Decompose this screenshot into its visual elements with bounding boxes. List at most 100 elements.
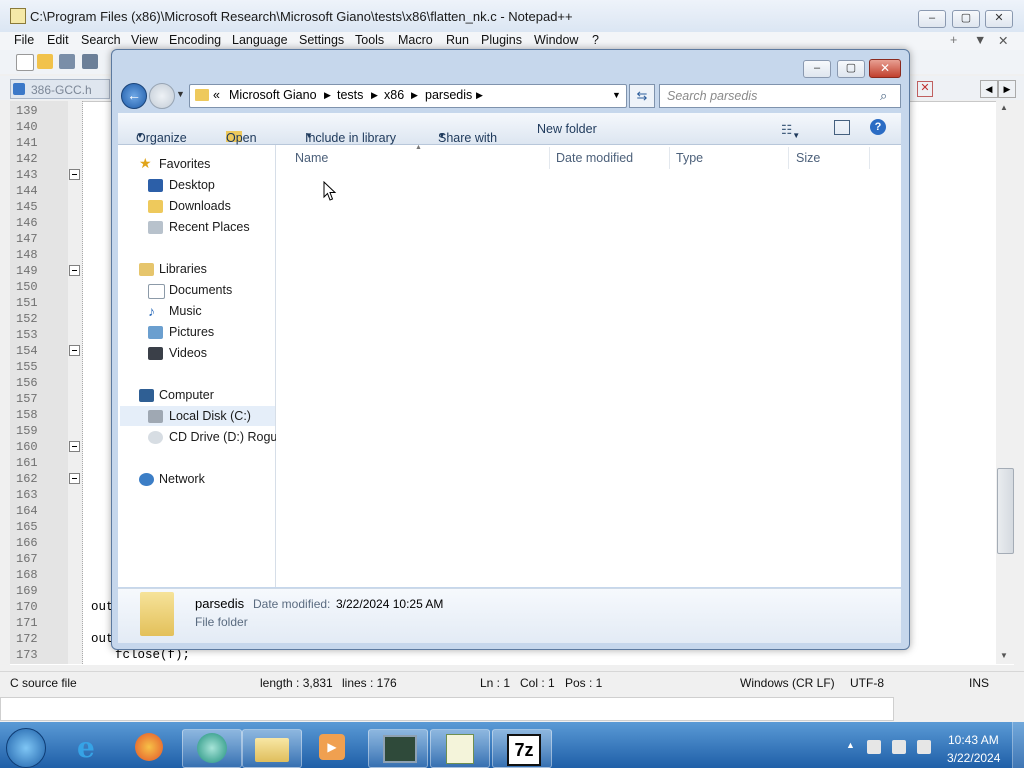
recent-pages-dropdown-icon[interactable]: ▼ [176, 89, 185, 99]
nav-documents[interactable]: Documents [169, 283, 232, 297]
internet-explorer-icon[interactable]: e [62, 729, 120, 766]
nav-local-disk[interactable]: Local Disk (C:) [169, 409, 251, 423]
new-folder-button[interactable]: New folder [537, 122, 597, 136]
menu-encoding[interactable]: Encoding [169, 33, 221, 47]
fold-toggle-icon[interactable] [69, 441, 80, 452]
new-file-icon[interactable] [16, 54, 34, 71]
menu-tools[interactable]: Tools [355, 33, 384, 47]
tab-scroll-left-icon[interactable]: ◀ [980, 80, 998, 98]
column-size[interactable]: Size [796, 151, 820, 165]
scroll-down-icon[interactable]: ▼ [1000, 651, 1008, 660]
address-bar[interactable]: « Microsoft Giano ▶ tests ▶ x86 ▶ parsed… [189, 84, 627, 108]
view-options-icon[interactable]: ☷ ▼ [781, 122, 800, 140]
column-type[interactable]: Type [676, 151, 703, 165]
breadcrumb-parsedis[interactable]: parsedis [425, 88, 472, 102]
line-number: 163 [16, 488, 38, 502]
menu-settings[interactable]: Settings [299, 33, 344, 47]
back-button[interactable]: ← [121, 83, 147, 109]
fold-toggle-icon[interactable] [69, 345, 80, 356]
menu-search[interactable]: Search [81, 33, 121, 47]
menu-language[interactable]: Language [232, 33, 288, 47]
fold-toggle-icon[interactable] [69, 473, 80, 484]
computer-icon [139, 389, 154, 402]
breadcrumb-separator-icon[interactable]: ▶ [476, 90, 483, 101]
nav-computer[interactable]: Computer [159, 388, 214, 402]
media-player-icon[interactable]: ▶ [304, 729, 362, 766]
menu-plugins[interactable]: Plugins [481, 33, 522, 47]
search-box[interactable]: Search parsedis ⌕ [659, 84, 901, 108]
breadcrumb-x86[interactable]: x86 [384, 88, 404, 102]
vertical-scrollbar[interactable]: ▲ ▼ [996, 101, 1014, 664]
nav-downloads[interactable]: Downloads [169, 199, 231, 213]
clock-time[interactable]: 10:43 AM [948, 733, 999, 747]
menu-edit[interactable]: Edit [47, 33, 69, 47]
address-dropdown-icon[interactable]: ▼ [612, 90, 621, 100]
column-name[interactable]: Name [295, 151, 328, 165]
nav-videos[interactable]: Videos [169, 346, 207, 360]
nav-desktop[interactable]: Desktop [169, 178, 215, 192]
scrollbar-thumb[interactable] [997, 468, 1014, 554]
nav-music[interactable]: Music [169, 304, 202, 318]
fold-toggle-icon[interactable] [69, 169, 80, 180]
menu-macro[interactable]: Macro [398, 33, 433, 47]
search-input[interactable]: Search parsedis [667, 89, 757, 103]
nav-libraries[interactable]: Libraries [159, 262, 207, 276]
explorer-maximize-button[interactable]: ▢ [837, 60, 865, 78]
help-icon[interactable]: ? [870, 119, 886, 135]
task-manager-icon[interactable] [368, 729, 428, 768]
maximize-button[interactable]: ▢ [952, 10, 980, 28]
line-number: 140 [16, 120, 38, 134]
nav-pictures[interactable]: Pictures [169, 325, 214, 339]
firefox-icon[interactable] [120, 729, 178, 766]
explorer-close-button[interactable]: ✕ [869, 59, 901, 78]
show-desktop-button[interactable] [1012, 722, 1024, 768]
title-bar: C:\Program Files (x86)\Microsoft Researc… [0, 0, 1024, 32]
tab-scroll-right-icon[interactable]: ▶ [998, 80, 1016, 98]
search-icon[interactable]: ⌕ [880, 88, 887, 104]
menu-file[interactable]: File [14, 33, 34, 47]
nav-cd-drive[interactable]: CD Drive (D:) Rogue [169, 430, 284, 444]
breadcrumb-separator-icon[interactable]: ▶ [371, 90, 378, 101]
menu-view[interactable]: View [131, 33, 158, 47]
column-date-modified[interactable]: Date modified [556, 151, 633, 165]
breadcrumb-separator-icon[interactable]: ▶ [411, 90, 418, 101]
forward-button[interactable] [149, 83, 175, 109]
start-button[interactable] [6, 728, 46, 768]
action-center-icon[interactable] [867, 740, 881, 754]
close-tab-icon[interactable]: ✕ [917, 81, 933, 97]
include-in-library-label: Include in library [305, 131, 397, 145]
file-list-area[interactable] [276, 145, 901, 587]
breadcrumb-separator-icon[interactable]: ▶ [324, 90, 331, 101]
preview-pane-icon[interactable] [834, 120, 850, 135]
minimize-button[interactable]: – [918, 10, 946, 28]
breadcrumb-microsoft-giano[interactable]: Microsoft Giano [229, 88, 317, 102]
7zip-icon[interactable]: 7z [492, 729, 552, 768]
clock-date[interactable]: 3/22/2024 [947, 751, 1000, 765]
network-tray-icon[interactable] [892, 740, 906, 754]
close-button[interactable]: ✕ [985, 10, 1013, 28]
windows-explorer-icon[interactable] [242, 729, 302, 768]
nav-network[interactable]: Network [159, 472, 205, 486]
breadcrumb-tests[interactable]: tests [337, 88, 363, 102]
show-hidden-icons[interactable]: ▲ [846, 740, 855, 750]
app-icon[interactable] [182, 729, 242, 768]
tab-386-gcc[interactable]: 386-GCC.h [10, 79, 110, 99]
nav-favorites[interactable]: Favorites [159, 157, 210, 171]
scroll-up-icon[interactable]: ▲ [1000, 103, 1008, 112]
breadcrumb-overflow[interactable]: « [213, 88, 220, 102]
menu-run[interactable]: Run [446, 33, 469, 47]
save-all-icon[interactable] [82, 54, 98, 69]
notepad-plus-plus-icon[interactable] [430, 729, 490, 768]
tab-list-icon[interactable]: ▼ [974, 33, 986, 47]
menu-help[interactable]: ? [592, 33, 599, 47]
refresh-button[interactable]: ⇆ [629, 84, 655, 108]
close-doc-icon[interactable]: ✕ [998, 33, 1008, 48]
fold-toggle-icon[interactable] [69, 265, 80, 276]
volume-muted-icon[interactable] [917, 740, 931, 754]
save-icon[interactable] [59, 54, 75, 69]
open-file-icon[interactable] [37, 54, 53, 69]
new-tab-icon[interactable]: + [950, 33, 957, 47]
nav-recent-places[interactable]: Recent Places [169, 220, 250, 234]
menu-window[interactable]: Window [534, 33, 578, 47]
explorer-minimize-button[interactable]: – [803, 60, 831, 78]
